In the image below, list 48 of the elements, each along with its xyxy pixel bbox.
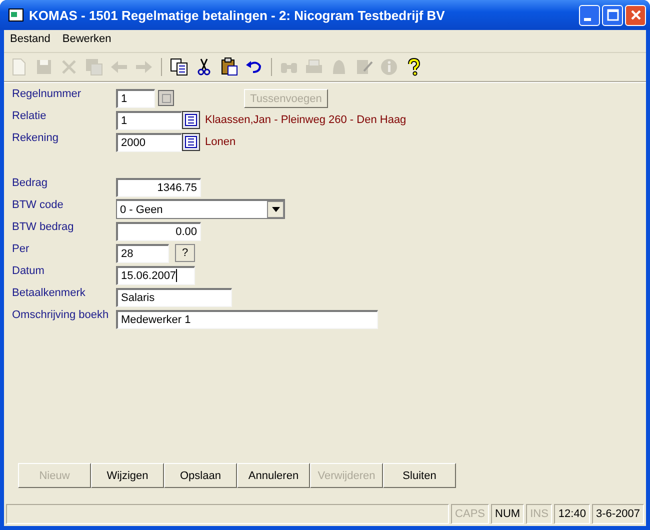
field-label: Relatie (12, 109, 48, 122)
list-icon[interactable] (182, 111, 200, 129)
list-icon[interactable] (182, 133, 200, 151)
input-field[interactable]: 0.00 (116, 222, 201, 240)
menu-item[interactable]: Bestand (10, 33, 50, 49)
action-button[interactable]: Wijzigen (91, 463, 164, 488)
input-field[interactable]: 15.06.2007 (116, 266, 195, 284)
maximize-icon (606, 9, 618, 21)
input-field[interactable]: 1346.75 (116, 178, 201, 196)
close-button[interactable] (625, 4, 646, 26)
input-field[interactable]: Medewerker 1 (116, 310, 378, 328)
action-button[interactable]: Opslaan (164, 463, 237, 488)
status-indicator: 12:40 (554, 504, 590, 524)
dropdown-field[interactable]: 0 - Geen (116, 199, 285, 219)
input-field[interactable]: 1 (116, 88, 155, 108)
field-label: BTW code (12, 198, 64, 211)
action-button[interactable]: Annuleren (237, 463, 310, 488)
field-label: Betaalkenmerk (12, 286, 86, 299)
action-button[interactable]: Sluiten (383, 463, 456, 488)
spin-button[interactable] (158, 90, 174, 106)
app-icon (8, 7, 24, 23)
window-title: KOMAS - 1501 Regelmatige betalingen - 2: Nicogram Testbedrijf BV (29, 8, 446, 22)
input-field[interactable]: 28 (116, 244, 169, 262)
field-label: Per (12, 242, 30, 255)
caret-icon (272, 207, 280, 212)
field-label: Regelnummer (12, 87, 82, 100)
input-field[interactable]: Salaris (116, 288, 232, 306)
field-label: Omschrijving boekh (12, 308, 110, 321)
minimize-button[interactable] (579, 4, 600, 26)
menu-item[interactable]: Bewerken (62, 33, 112, 49)
field-label: BTW bedrag (12, 220, 75, 233)
minimize-icon (584, 18, 591, 20)
description-text: Lonen (205, 136, 236, 148)
copy-icon[interactable] (168, 56, 190, 78)
field-label: Rekening (12, 131, 60, 144)
square-icon (162, 94, 170, 102)
maximize-button[interactable] (602, 4, 623, 26)
status-indicator: INS (526, 504, 552, 524)
help-button[interactable]: ? (175, 244, 195, 262)
status-indicator: NUM (491, 504, 524, 524)
field-label: Bedrag (12, 176, 48, 189)
input-field[interactable]: 2000 (116, 132, 182, 152)
status-indicator: CAPS (451, 504, 490, 524)
input-field[interactable]: 1 (116, 110, 182, 130)
close-icon (630, 9, 642, 21)
field-label: Datum (12, 264, 46, 277)
status-indicator: 3-6-2007 (592, 504, 644, 524)
description-text: Klaassen,Jan - Pleinweg 260 - Den Haag (205, 114, 406, 126)
